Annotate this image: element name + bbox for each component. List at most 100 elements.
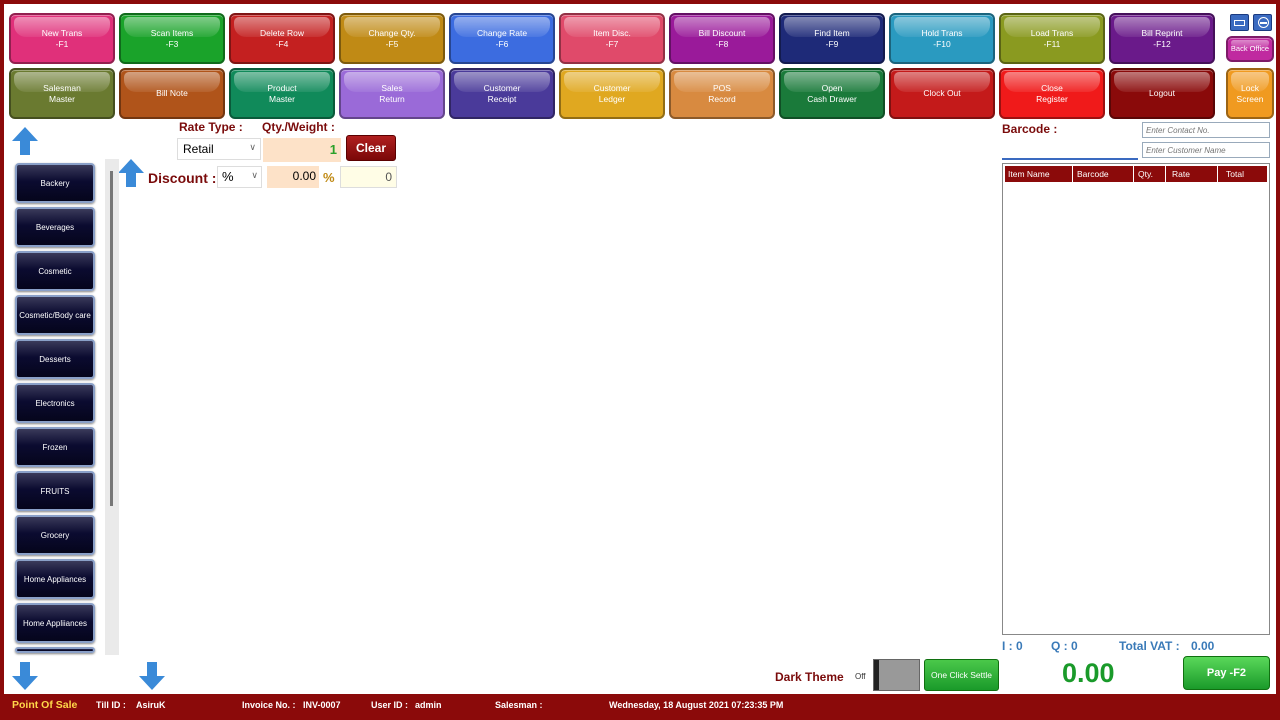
customer-ledger-button[interactable]: Customer Ledger <box>559 68 665 119</box>
keyboard-icon[interactable] <box>1230 14 1249 31</box>
load-trans-f11-button[interactable]: Load Trans -F11 <box>999 13 1105 64</box>
button-sublabel: -F6 <box>495 38 509 49</box>
discount-type-value: % <box>222 169 234 184</box>
category-button-partial[interactable] <box>15 647 95 653</box>
category-scroll-up-icon[interactable] <box>10 125 40 157</box>
category-label: Beverages <box>35 222 75 232</box>
button-label: Load Trans <box>1030 27 1074 38</box>
category-label: Desserts <box>39 354 71 364</box>
chevron-down-icon: ∨ <box>249 142 256 152</box>
button-label: POS <box>713 82 731 93</box>
find-item-f9-button[interactable]: Find Item -F9 <box>779 13 885 64</box>
category-button-cosmetic[interactable]: Cosmetic <box>15 251 95 291</box>
item-disc-f7-button[interactable]: Item Disc. -F7 <box>559 13 665 64</box>
scan-items-f3-button[interactable]: Scan Items -F3 <box>119 13 225 64</box>
barcode-label: Barcode : <box>1002 122 1058 136</box>
category-button-frozen[interactable]: Frozen <box>15 427 95 467</box>
grand-total: 0.00 <box>1062 658 1115 688</box>
button-sublabel: -F1 <box>55 38 69 49</box>
category-button-backery[interactable]: Backery <box>15 163 95 203</box>
button-label: Salesman <box>43 82 81 93</box>
button-label: Logout <box>1149 88 1175 99</box>
qty-input[interactable]: 1 <box>263 138 341 162</box>
button-label: Delete Row <box>260 27 304 38</box>
product-area-scrollbar[interactable] <box>105 159 119 655</box>
product-master-button[interactable]: Product Master <box>229 68 335 119</box>
category-button-home-appliiances[interactable]: Home Appliiances <box>15 603 95 643</box>
bill-discount-f8-button[interactable]: Bill Discount -F8 <box>669 13 775 64</box>
bill-reprint-f12-button[interactable]: Bill Reprint -F12 <box>1109 13 1215 64</box>
logout-button[interactable]: Logout <box>1109 68 1215 119</box>
grid-col-rate[interactable]: Rate <box>1166 166 1218 182</box>
product-scroll-down-icon[interactable] <box>137 660 167 692</box>
item-grid[interactable]: Item Name Barcode Qty. Rate Total <box>1002 163 1270 635</box>
category-button-home-appliances[interactable]: Home Appliances <box>15 559 95 599</box>
button-label: Sales <box>381 82 403 93</box>
discount-value-input[interactable]: 0.00 <box>267 166 319 188</box>
discount-amount: 0 <box>385 170 392 184</box>
category-button-electronics[interactable]: Electronics <box>15 383 95 423</box>
app-name: Point Of Sale <box>12 699 78 711</box>
clear-button[interactable]: Clear <box>346 135 396 161</box>
grid-col-item-name[interactable]: Item Name <box>1005 166 1073 182</box>
grid-col-total[interactable]: Total <box>1218 166 1267 182</box>
pay-button[interactable]: Pay -F2 <box>1183 656 1270 690</box>
clock-out-button[interactable]: Clock Out <box>889 68 995 119</box>
discount-unit: % <box>323 170 335 185</box>
item-count: I : 0 <box>1002 639 1023 653</box>
button-label: Customer <box>483 82 521 93</box>
category-label: Frozen <box>42 442 68 452</box>
invoice-value: INV-0007 <box>303 700 341 710</box>
discount-type-select[interactable]: % ∨ <box>217 166 262 188</box>
back-office-button[interactable]: Back Office <box>1226 36 1274 62</box>
grid-col-qty[interactable]: Qty. <box>1134 166 1166 182</box>
grid-col-barcode[interactable]: Barcode <box>1073 166 1134 182</box>
button-sublabel: Register <box>1036 93 1068 104</box>
category-button-beverages[interactable]: Beverages <box>15 207 95 247</box>
change-rate-f6-button[interactable]: Change Rate -F6 <box>449 13 555 64</box>
button-label: Close <box>1041 82 1063 93</box>
one-click-settle-button[interactable]: One Click Settle <box>924 659 999 691</box>
quantity-count: Q : 0 <box>1051 639 1078 653</box>
grid-header: Item Name Barcode Qty. Rate Total <box>1005 166 1267 182</box>
lock-screen-line2: Screen <box>1236 93 1264 104</box>
customer-receipt-button[interactable]: Customer Receipt <box>449 68 555 119</box>
button-sublabel: Ledger <box>598 93 626 104</box>
category-scroll-down-icon[interactable] <box>10 660 40 692</box>
close-register-button[interactable]: Close Register <box>999 68 1105 119</box>
button-sublabel: Receipt <box>487 93 517 104</box>
category-button-fruits[interactable]: FRUITS <box>15 471 95 511</box>
barcode-input[interactable] <box>1002 138 1138 160</box>
clear-label: Clear <box>355 141 387 155</box>
button-sublabel: -F10 <box>933 38 951 49</box>
rate-type-value: Retail <box>183 142 214 156</box>
discount-amount-input[interactable]: 0 <box>340 166 397 188</box>
button-sublabel: -F4 <box>275 38 289 49</box>
category-label: FRUITS <box>40 486 70 496</box>
till-id-label: Till ID : <box>96 700 126 710</box>
pos-record-button[interactable]: POS Record <box>669 68 775 119</box>
button-label: Bill Reprint <box>1141 27 1183 38</box>
salesman-master-button[interactable]: Salesman Master <box>9 68 115 119</box>
change-qty-f5-button[interactable]: Change Qty. -F5 <box>339 13 445 64</box>
button-sublabel: -F11 <box>1043 38 1061 49</box>
customer-name-input[interactable] <box>1142 142 1270 158</box>
rate-type-select[interactable]: Retail ∨ <box>177 138 261 160</box>
new-trans-f1-button[interactable]: New Trans -F1 <box>9 13 115 64</box>
sales-return-button[interactable]: Sales Return <box>339 68 445 119</box>
hold-trans-f10-button[interactable]: Hold Trans -F10 <box>889 13 995 64</box>
date-time: Wednesday, 18 August 2021 07:23:35 PM <box>609 700 784 710</box>
bill-note-button[interactable]: Bill Note <box>119 68 225 119</box>
contact-number-input[interactable] <box>1142 122 1270 138</box>
delete-row-f4-button[interactable]: Delete Row -F4 <box>229 13 335 64</box>
product-scroll-up-icon[interactable] <box>116 157 146 189</box>
dark-theme-toggle[interactable] <box>873 659 920 691</box>
total-vat-value: 0.00 <box>1191 639 1215 653</box>
lock-screen-button[interactable]: Lock Screen <box>1226 68 1274 119</box>
category-button-grocery[interactable]: Grocery <box>15 515 95 555</box>
category-button-cosmetic-body-care[interactable]: Cosmetic/Body care <box>15 295 95 335</box>
category-button-desserts[interactable]: Desserts <box>15 339 95 379</box>
category-label: Backery <box>40 178 70 188</box>
open-cash-drawer-button[interactable]: Open Cash Drawer <box>779 68 885 119</box>
minimize-icon[interactable] <box>1253 14 1272 31</box>
